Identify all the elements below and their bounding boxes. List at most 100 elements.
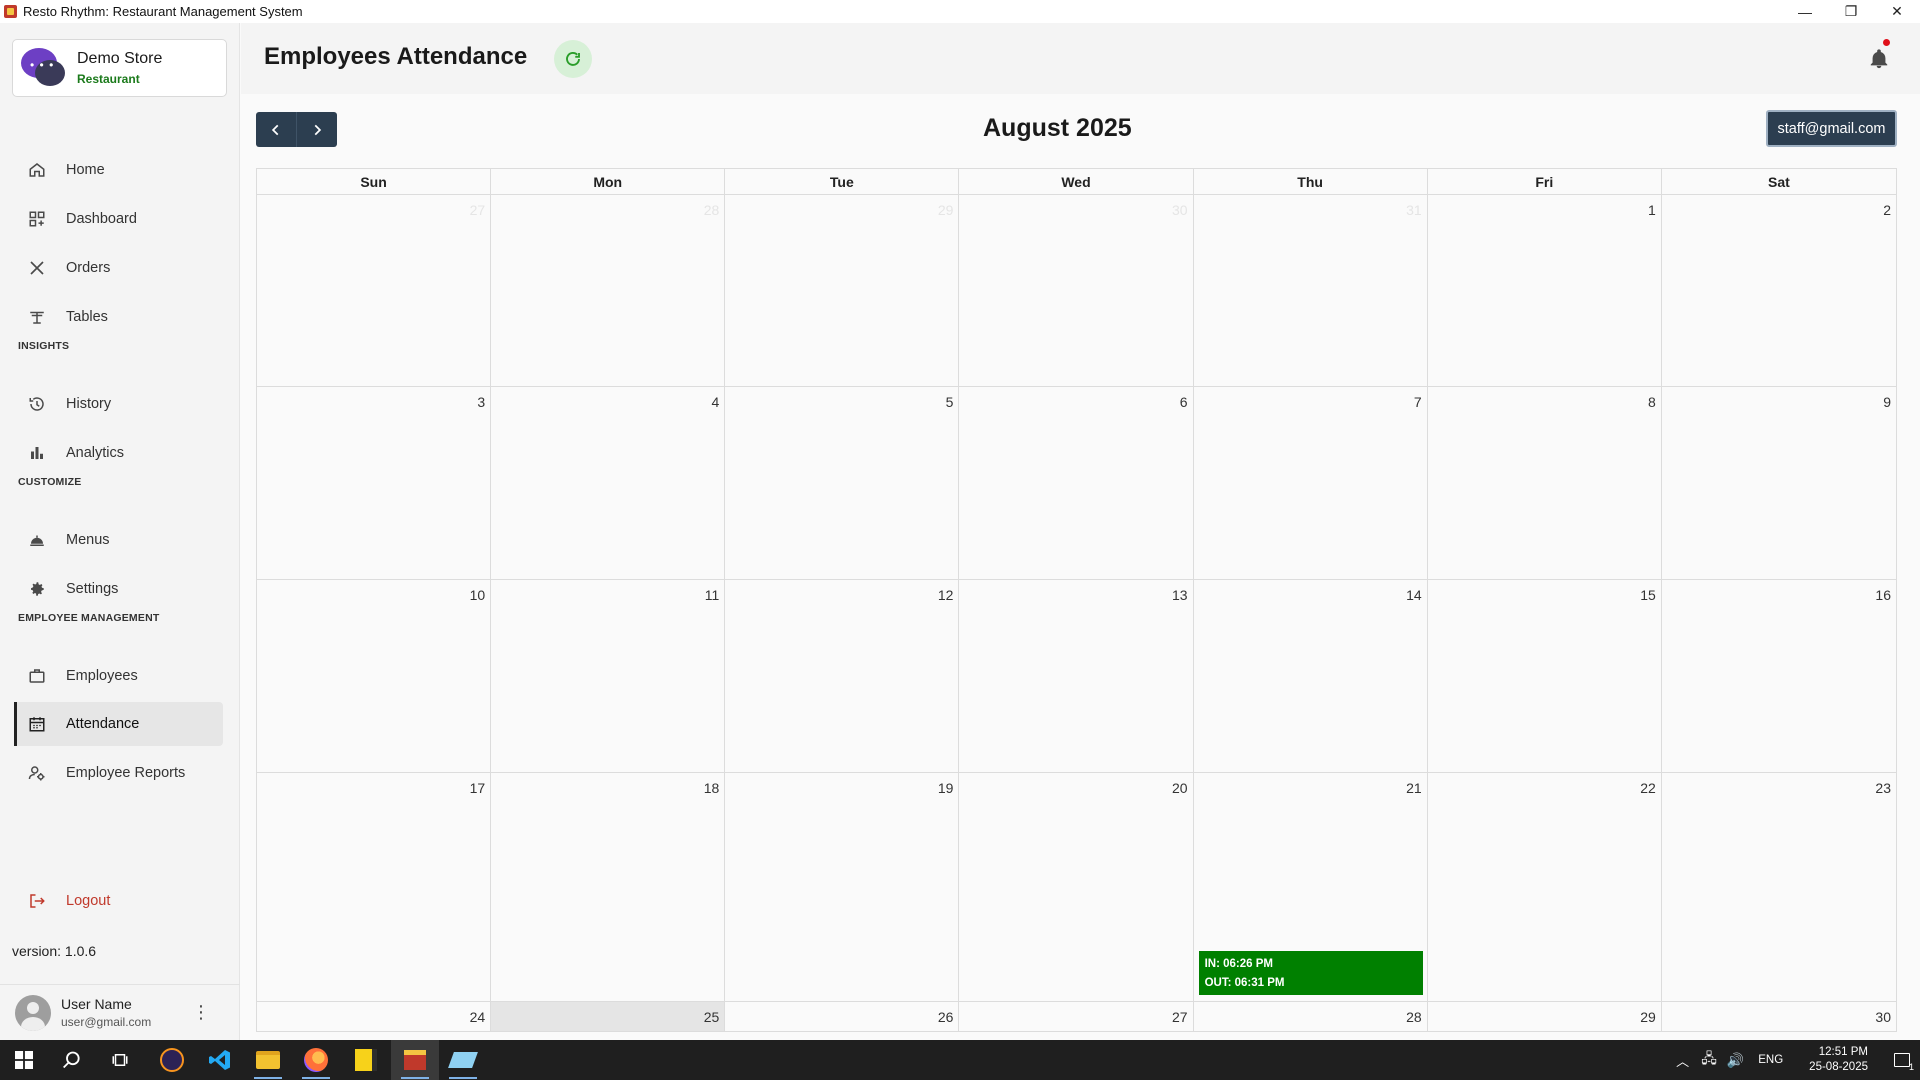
sidebar-item-tables[interactable]: Tables <box>14 295 223 339</box>
logout-label: Logout <box>66 893 111 909</box>
taskbar-app-sticky-notes[interactable] <box>342 1040 390 1080</box>
sidebar-item-orders[interactable]: Orders <box>14 246 223 290</box>
taskbar-app-pen[interactable] <box>439 1040 487 1080</box>
calendar-day[interactable]: 15 <box>1427 580 1662 772</box>
logout-button[interactable]: Logout <box>14 879 223 923</box>
sidebar-item-dashboard[interactable]: Dashboard <box>14 197 223 241</box>
dashboard-icon <box>26 208 48 230</box>
history-icon <box>26 393 48 415</box>
sidebar-item-home[interactable]: Home <box>14 148 223 192</box>
sidebar-item-menus[interactable]: Menus <box>14 518 223 562</box>
attendance-event[interactable]: IN: 06:26 PM OUT: 06:31 PM <box>1198 951 1423 995</box>
calendar-day-number: 17 <box>469 780 486 796</box>
network-icon[interactable]: 🖧 <box>1701 1048 1717 1072</box>
calendar-day[interactable]: 28 <box>491 195 726 386</box>
taskbar-app-firefox[interactable] <box>292 1040 340 1080</box>
calendar-day[interactable]: 28 <box>1193 1002 1428 1031</box>
calendar-day-number: 10 <box>469 587 486 603</box>
notification-bell-icon[interactable] <box>1868 47 1890 71</box>
staff-filter-button[interactable]: staff@gmail.com <box>1766 110 1897 147</box>
next-month-button[interactable] <box>296 112 336 147</box>
window-titlebar: Resto Rhythm: Restaurant Management Syst… <box>0 0 1920 23</box>
start-button[interactable] <box>0 1040 48 1080</box>
sidebar-item-settings[interactable]: Settings <box>14 567 223 611</box>
clock-date: 25-08-2025 <box>1809 1061 1868 1073</box>
taskbar-app-resto-rhythm[interactable] <box>391 1040 439 1080</box>
calendar-day[interactable]: 12 <box>725 580 960 772</box>
calendar-day[interactable]: 6 <box>959 387 1194 579</box>
taskbar-app-eclipse[interactable] <box>148 1040 196 1080</box>
taskbar-app-vscode[interactable] <box>196 1040 244 1080</box>
calendar-day[interactable]: 18 <box>491 773 726 1001</box>
calendar-day[interactable]: 14 <box>1193 580 1428 772</box>
calendar-day[interactable]: 26 <box>725 1002 960 1031</box>
language-indicator[interactable]: ENG <box>1758 1054 1783 1066</box>
window-title: Resto Rhythm: Restaurant Management Syst… <box>23 4 303 19</box>
more-options-icon[interactable]: ⋮ <box>192 1003 210 1021</box>
calendar-day[interactable]: 10 <box>257 580 492 772</box>
task-view-button[interactable] <box>96 1040 144 1080</box>
calendar-day[interactable]: 2 <box>1661 195 1896 386</box>
calendar-day[interactable]: 19 <box>725 773 960 1001</box>
calendar-day[interactable]: 13 <box>959 580 1194 772</box>
restore-button[interactable]: ❐ <box>1828 0 1874 23</box>
calendar-day-number: 1 <box>1648 202 1656 218</box>
calendar-day-number: 30 <box>1875 1009 1891 1025</box>
calendar-day[interactable]: 1 <box>1427 195 1662 386</box>
calendar-day[interactable]: 11 <box>491 580 726 772</box>
notification-center-icon[interactable]: 1 <box>1884 1040 1920 1080</box>
sidebar-item-label: Tables <box>66 309 108 325</box>
calendar-day-number: 28 <box>1406 1009 1422 1025</box>
refresh-button[interactable] <box>554 40 592 78</box>
calendar-day[interactable]: 22 <box>1427 773 1662 1001</box>
calendar-day[interactable]: 27 <box>257 195 492 386</box>
utensils-icon <box>26 257 48 279</box>
calendar-day[interactable]: 9 <box>1661 387 1896 579</box>
weekday-tue: Tue <box>725 169 960 194</box>
taskbar-search-button[interactable] <box>48 1040 96 1080</box>
calendar-nav <box>256 112 337 147</box>
logout-icon <box>26 890 48 912</box>
refresh-icon <box>566 52 580 66</box>
weekday-thu: Thu <box>1194 169 1428 194</box>
calendar-day[interactable]: 3 <box>257 387 492 579</box>
user-profile[interactable]: User Name user@gmail.com ⋮ <box>0 984 240 1040</box>
calendar-day[interactable]: 16 <box>1661 580 1896 772</box>
section-employee-management: EMPLOYEE MANAGEMENT <box>18 612 160 624</box>
sidebar-item-employees[interactable]: Employees <box>14 654 223 698</box>
prev-month-button[interactable] <box>256 112 296 147</box>
calendar-day[interactable]: 20 <box>959 773 1194 1001</box>
volume-icon[interactable]: 🔊 <box>1727 1052 1744 1069</box>
weekday-sat: Sat <box>1768 173 1790 190</box>
calendar-day[interactable]: 31 <box>1193 195 1428 386</box>
clock[interactable]: 12:51 PM 25-08-2025 <box>1809 1045 1868 1075</box>
chevron-up-icon[interactable]: ︿ <box>1676 1051 1689 1070</box>
calendar-day[interactable]: 29 <box>1427 1002 1662 1031</box>
calendar-day[interactable]: 4 <box>491 387 726 579</box>
firefox-icon <box>304 1048 328 1072</box>
calendar-day[interactable]: 24 <box>257 1002 492 1031</box>
calendar-day[interactable]: 17 <box>257 773 492 1001</box>
sidebar-item-employee-reports[interactable]: Employee Reports <box>14 751 223 795</box>
calendar-day[interactable]: 27 <box>959 1002 1194 1031</box>
calendar-day-number: 27 <box>469 202 486 218</box>
calendar-day[interactable]: 23 <box>1661 773 1896 1001</box>
sidebar-item-history[interactable]: History <box>14 382 223 426</box>
calendar-day[interactable]: 30 <box>959 195 1194 386</box>
calendar-day-today[interactable]: 25 <box>491 1002 726 1031</box>
sidebar-item-analytics[interactable]: Analytics <box>14 431 223 475</box>
calendar-month-title: August 2025 <box>983 114 1132 142</box>
calendar-day[interactable]: 8 <box>1427 387 1662 579</box>
app-version: version: 1.0.6 <box>12 943 97 959</box>
minimize-button[interactable]: — <box>1782 0 1828 23</box>
calendar-day[interactable]: 7 <box>1193 387 1428 579</box>
calendar-day-number: 20 <box>1171 780 1188 796</box>
calendar-day[interactable]: 29 <box>725 195 960 386</box>
taskbar-app-file-explorer[interactable] <box>244 1040 292 1080</box>
store-card[interactable]: • • • Demo Store Restaurant <box>12 39 227 97</box>
close-button[interactable]: ✕ <box>1874 0 1920 23</box>
sidebar-item-attendance[interactable]: Attendance <box>14 702 223 746</box>
calendar-day[interactable]: 21 IN: 06:26 PM OUT: 06:31 PM <box>1193 773 1428 1001</box>
calendar-day[interactable]: 30 <box>1661 1002 1896 1031</box>
calendar-day[interactable]: 5 <box>725 387 960 579</box>
